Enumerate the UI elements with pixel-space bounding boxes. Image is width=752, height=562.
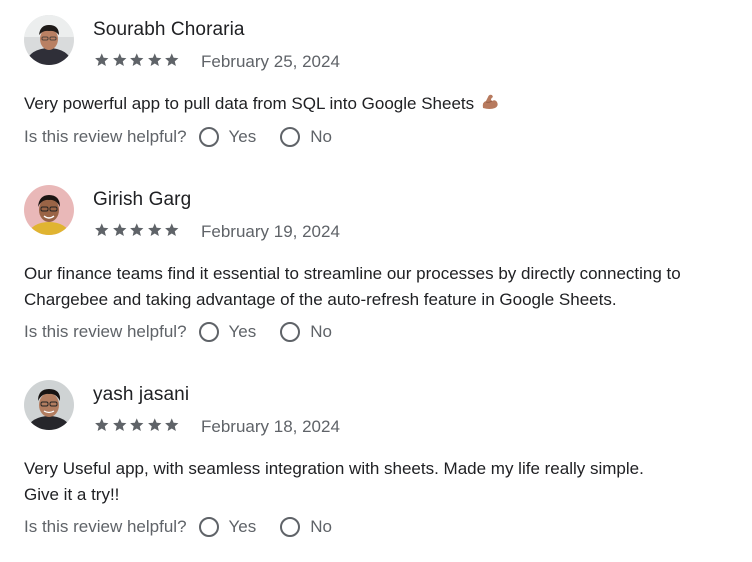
radio-button[interactable] bbox=[198, 127, 219, 147]
review-date: February 19, 2024 bbox=[201, 222, 340, 241]
review-text-line: Very powerful app to pull data from SQL … bbox=[24, 91, 744, 119]
review-author: Sourabh Choraria bbox=[93, 19, 245, 40]
user-photo-avatar-icon bbox=[24, 15, 74, 65]
radio-button[interactable] bbox=[280, 127, 301, 147]
helpful-row: Is this review helpful? Yes No bbox=[24, 319, 332, 345]
avatar bbox=[24, 380, 74, 430]
star-icon bbox=[95, 223, 109, 236]
review-author: yash jasani bbox=[93, 384, 190, 405]
star-icon bbox=[165, 223, 179, 236]
review-text: Our finance teams find it essential to s… bbox=[24, 261, 744, 313]
user-photo-avatar-icon bbox=[24, 185, 74, 235]
helpful-yes-label: Yes bbox=[228, 517, 257, 536]
helpful-no-option[interactable]: No bbox=[280, 127, 332, 147]
avatar bbox=[24, 15, 74, 65]
avatar bbox=[24, 185, 74, 235]
helpful-yes-option[interactable]: Yes bbox=[198, 127, 257, 147]
star-icon bbox=[112, 53, 126, 66]
review-author: Girish Garg bbox=[93, 189, 192, 210]
helpful-yes-label: Yes bbox=[228, 127, 257, 146]
helpful-no-label: No bbox=[310, 322, 332, 341]
review-text: Very powerful app to pull data from SQL … bbox=[24, 91, 744, 119]
star-icon bbox=[130, 223, 144, 236]
helpful-no-label: No bbox=[310, 127, 332, 146]
review-date: February 25, 2024 bbox=[201, 52, 340, 71]
helpful-row: Is this review helpful? Yes No bbox=[24, 514, 332, 540]
star-icon bbox=[165, 418, 179, 431]
review-text-line: Give it a try!! bbox=[24, 485, 120, 504]
radio-button[interactable] bbox=[280, 322, 301, 342]
helpful-no-label: No bbox=[310, 517, 332, 536]
helpful-prompt: Is this review helpful? bbox=[24, 322, 187, 341]
review-text-line: Chargebee and taking advantage of the au… bbox=[24, 290, 617, 309]
star-icon bbox=[95, 418, 109, 431]
helpful-yes-label: Yes bbox=[228, 322, 257, 341]
star-icon bbox=[130, 418, 144, 431]
helpful-no-option[interactable]: No bbox=[280, 322, 332, 342]
helpful-prompt: Is this review helpful? bbox=[24, 517, 187, 536]
review-text-content: Very powerful app to pull data from SQL … bbox=[24, 94, 475, 113]
review-text: Very Useful app, with seamless integrati… bbox=[24, 456, 744, 508]
star-icon bbox=[147, 223, 161, 236]
star-rating bbox=[93, 52, 181, 68]
helpful-row: Is this review helpful? Yes No bbox=[24, 124, 332, 150]
radio-button[interactable] bbox=[280, 517, 301, 537]
radio-button[interactable] bbox=[198, 517, 219, 537]
helpful-prompt: Is this review helpful? bbox=[24, 127, 187, 146]
star-icon bbox=[112, 223, 126, 236]
user-photo-avatar-icon bbox=[24, 380, 74, 430]
star-rating bbox=[93, 417, 181, 433]
radio-button[interactable] bbox=[198, 322, 219, 342]
star-icon bbox=[112, 418, 126, 431]
star-icon bbox=[130, 53, 144, 66]
review-text-line: Very Useful app, with seamless integrati… bbox=[24, 459, 644, 478]
star-icon bbox=[95, 53, 109, 66]
review-date: February 18, 2024 bbox=[201, 417, 340, 436]
star-rating bbox=[93, 222, 181, 238]
review-text-line: Our finance teams find it essential to s… bbox=[24, 264, 681, 283]
flexed-biceps-icon bbox=[480, 93, 500, 119]
helpful-yes-option[interactable]: Yes bbox=[198, 322, 257, 342]
helpful-yes-option[interactable]: Yes bbox=[198, 517, 257, 537]
star-icon bbox=[147, 418, 161, 431]
helpful-no-option[interactable]: No bbox=[280, 517, 332, 537]
star-icon bbox=[147, 53, 161, 66]
star-icon bbox=[165, 53, 179, 66]
